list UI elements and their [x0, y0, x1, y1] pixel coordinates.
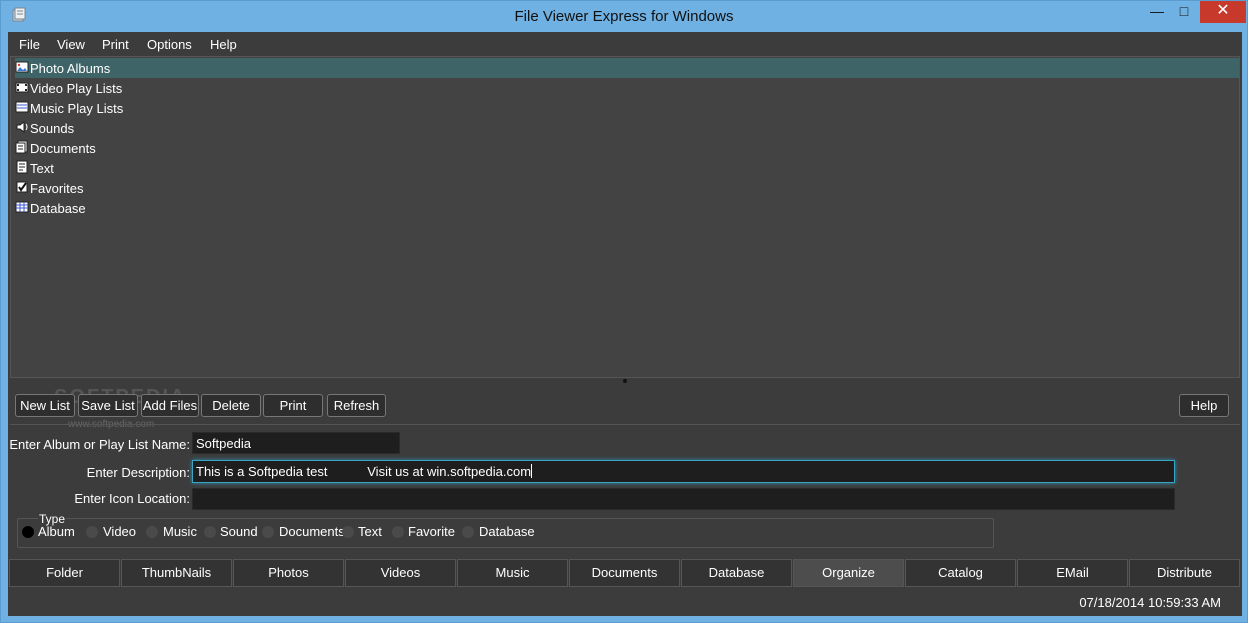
document-icon — [15, 140, 28, 154]
menu-print[interactable]: Print — [102, 37, 129, 52]
sound-icon — [16, 121, 28, 133]
divider — [10, 424, 1240, 425]
tree-item-sounds[interactable]: Sounds — [15, 118, 1239, 138]
menu-help[interactable]: Help — [210, 37, 237, 52]
tab-folder[interactable]: Folder — [9, 559, 120, 587]
tab-photos[interactable]: Photos — [233, 559, 344, 587]
window-title: File Viewer Express for Windows — [514, 8, 734, 25]
radio-video[interactable] — [86, 526, 98, 538]
delete-button[interactable]: Delete — [201, 394, 261, 417]
tab-videos[interactable]: Videos — [345, 559, 456, 587]
menu-options[interactable]: Options — [147, 37, 192, 52]
favorites-icon — [16, 181, 28, 193]
video-list-icon — [15, 82, 29, 93]
save-list-button[interactable]: Save List — [78, 394, 138, 417]
radio-label-database: Database — [479, 524, 535, 539]
app-window: File Viewer Express for Windows — □ ✕ Fi… — [0, 0, 1248, 623]
tree-label: Documents — [30, 141, 96, 156]
tree-item-video-play-lists[interactable]: Video Play Lists — [15, 78, 1239, 98]
tree-label: Video Play Lists — [30, 81, 123, 96]
tab-bar: Folder ThumbNails Photos Videos Music Do… — [9, 559, 1241, 587]
database-icon — [15, 201, 29, 213]
menu-view[interactable]: View — [57, 37, 85, 52]
radio-sound[interactable] — [204, 526, 216, 538]
tree-label: Photo Albums — [30, 61, 111, 76]
description-input[interactable]: This is a Softpedia test Visit us at win… — [192, 460, 1175, 483]
radio-database[interactable] — [462, 526, 474, 538]
radio-documents[interactable] — [262, 526, 274, 538]
menu-bar: File View Print Options Help — [8, 32, 1242, 56]
tree-item-documents[interactable]: Documents — [15, 138, 1239, 158]
close-button[interactable]: ✕ — [1200, 1, 1246, 23]
add-files-button[interactable]: Add Files — [141, 394, 199, 417]
new-list-button[interactable]: New List — [15, 394, 75, 417]
tree-item-database[interactable]: Database — [15, 198, 1239, 218]
tree-label: Music Play Lists — [30, 101, 124, 116]
tree-item-favorites[interactable]: Favorites — [15, 178, 1239, 198]
tab-catalog[interactable]: Catalog — [905, 559, 1016, 587]
print-button[interactable]: Print — [263, 394, 323, 417]
minimize-button[interactable]: — — [1142, 1, 1172, 23]
photo-album-icon — [15, 61, 29, 73]
radio-music[interactable] — [146, 526, 158, 538]
tree-label: Sounds — [30, 121, 75, 136]
radio-label-music: Music — [163, 524, 197, 539]
list-name-input[interactable]: Softpedia — [192, 432, 400, 454]
tab-organize[interactable]: Organize — [793, 559, 904, 587]
splitter-grip — [623, 379, 627, 383]
tree-label: Favorites — [30, 181, 84, 196]
description-label: Enter Description: — [86, 465, 190, 480]
music-list-icon — [15, 101, 29, 113]
tab-database[interactable]: Database — [681, 559, 792, 587]
icon-location-input[interactable] — [192, 488, 1175, 510]
tab-thumbnails[interactable]: ThumbNails — [121, 559, 232, 587]
tab-distribute[interactable]: Distribute — [1129, 559, 1240, 587]
tree-label: Text — [30, 161, 54, 176]
text-icon — [16, 160, 28, 174]
help-button[interactable]: Help — [1179, 394, 1229, 417]
tab-email[interactable]: EMail — [1017, 559, 1128, 587]
status-datetime: 07/18/2014 10:59:33 AM — [1079, 595, 1221, 610]
icon-location-label: Enter Icon Location: — [74, 491, 190, 506]
radio-label-sound: Sound — [220, 524, 258, 539]
radio-label-documents: Documents — [279, 524, 345, 539]
description-text: This is a Softpedia test Visit us at win… — [196, 464, 532, 479]
text-caret — [531, 464, 533, 478]
tab-documents[interactable]: Documents — [569, 559, 680, 587]
refresh-button[interactable]: Refresh — [327, 394, 386, 417]
status-bar: 07/18/2014 10:59:33 AM — [8, 587, 1242, 616]
splitter-handle[interactable] — [10, 378, 1240, 384]
radio-label-video: Video — [103, 524, 137, 539]
radio-album[interactable] — [22, 526, 34, 538]
tree-item-music-play-lists[interactable]: Music Play Lists — [15, 98, 1239, 118]
tab-music[interactable]: Music — [457, 559, 568, 587]
tree-item-text[interactable]: Text — [15, 158, 1239, 178]
radio-favorite[interactable] — [392, 526, 404, 538]
radio-text[interactable] — [342, 526, 354, 538]
radio-label-text: Text — [358, 524, 382, 539]
tree-label: Database — [30, 201, 86, 216]
radio-label-favorite: Favorite — [408, 524, 455, 539]
client-area: File View Print Options Help Photo Album… — [8, 32, 1242, 616]
title-bar[interactable]: File Viewer Express for Windows — □ ✕ — [1, 1, 1247, 32]
menu-file[interactable]: File — [19, 37, 40, 52]
maximize-button[interactable]: □ — [1169, 1, 1199, 23]
name-label: Enter Album or Play List Name: — [9, 437, 190, 452]
radio-label-album: Album — [38, 524, 75, 539]
list-tree[interactable]: Photo Albums Video Play Lists Music Play… — [10, 56, 1240, 378]
tree-item-photo-albums[interactable]: Photo Albums — [15, 58, 1239, 78]
